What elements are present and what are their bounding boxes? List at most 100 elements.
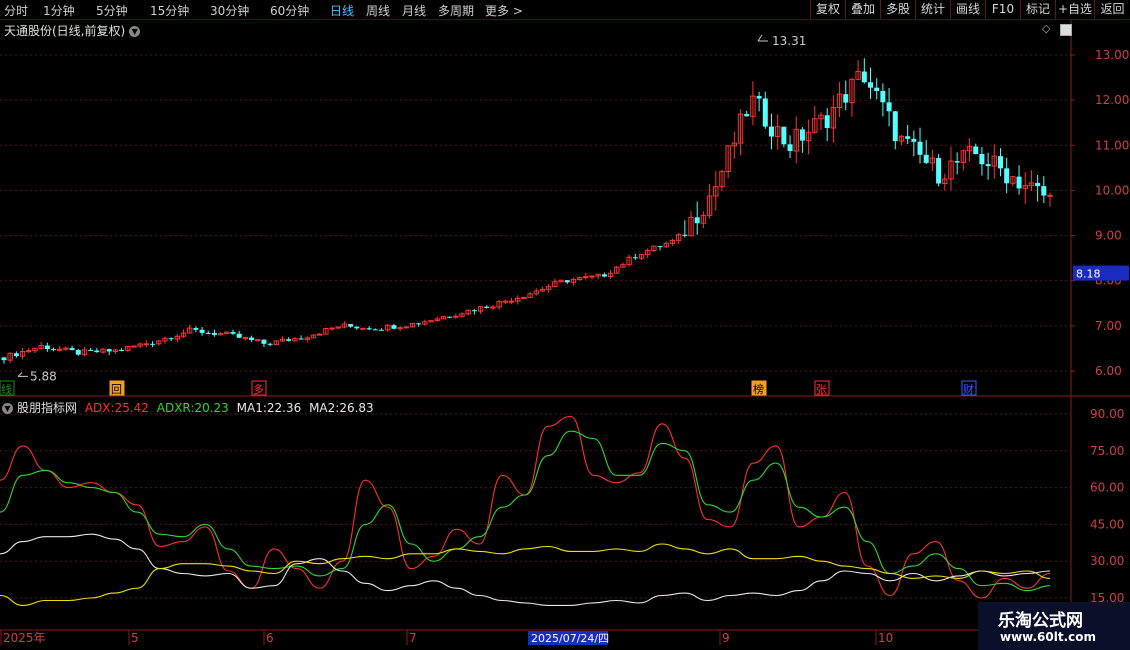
- candle-body-down: [979, 154, 985, 165]
- candle-body-down: [150, 343, 156, 345]
- candle-body-down: [768, 126, 774, 137]
- ma2-value: 26.83: [339, 401, 374, 415]
- candle-body-down: [874, 87, 880, 91]
- candle-body-down: [936, 158, 942, 184]
- candle-body-up: [242, 337, 249, 340]
- axes: 6.007.008.009.0010.0011.0012.0013.008.18…: [0, 19, 1130, 648]
- candle-body-down: [372, 329, 378, 331]
- indicator-tick-label: 90.00: [1090, 407, 1124, 421]
- candle-body-up: [589, 275, 595, 278]
- candle-body-down: [985, 164, 991, 167]
- candle-body-down: [954, 161, 960, 163]
- candle-body-down: [51, 349, 57, 351]
- candle-body-down: [564, 280, 570, 283]
- min-label: 5.88: [30, 369, 57, 383]
- candle-body-up: [521, 296, 527, 299]
- indicator-tick-label: 30.00: [1090, 554, 1124, 568]
- candle-body-down: [471, 310, 477, 312]
- price-tick-label: 7.00: [1095, 319, 1122, 333]
- candle-body-down: [1041, 186, 1047, 196]
- panel-toggle-icon[interactable]: [1060, 24, 1072, 36]
- x-tick-label: 9: [722, 631, 730, 645]
- candle-body-down: [868, 82, 874, 88]
- candle-body-down: [366, 328, 372, 330]
- candle-body-down: [657, 246, 663, 248]
- current-price-label: 8.18: [1076, 268, 1101, 281]
- series-line-ma2: [0, 543, 1051, 606]
- max-label: 13.31: [772, 34, 806, 48]
- chevron-down-icon[interactable]: ▼: [2, 403, 13, 414]
- adxr-value: 20.23: [194, 401, 229, 415]
- min-pointer: [17, 372, 28, 377]
- candle-body-down: [484, 306, 490, 308]
- candle-body-up: [508, 300, 515, 303]
- candle-body-down: [354, 326, 360, 329]
- candle-body-down: [861, 71, 867, 83]
- candle-body-down: [106, 349, 112, 352]
- price-tick-label: 12.00: [1095, 93, 1129, 107]
- candle-body-up: [131, 345, 137, 348]
- candle-body-down: [1004, 168, 1010, 184]
- candle-body-down: [632, 257, 638, 259]
- x-tick-label: 2025年: [3, 631, 46, 645]
- indicator-tick-label: 75.00: [1090, 444, 1124, 458]
- ma2-label: MA2:: [309, 401, 340, 415]
- indicator-header[interactable]: ▼ 股朋指标网 ADX:25.42 ADXR:20.23 MA1:22.36 MA…: [2, 399, 374, 416]
- candle-body-up: [583, 276, 589, 279]
- candle-body-down: [973, 146, 979, 155]
- candle-body-down: [892, 111, 898, 142]
- series-line-adx: [0, 415, 1051, 599]
- candle-body-down: [193, 328, 199, 330]
- candle-body-down: [886, 102, 892, 112]
- diamond-icon[interactable]: ◇: [1042, 22, 1050, 35]
- event-marker-label: 榜: [753, 382, 764, 396]
- candle-body-down: [682, 234, 688, 236]
- event-marker-label: 回: [111, 383, 122, 396]
- candle-body-down: [787, 144, 793, 152]
- indicator-tick-label: 45.00: [1090, 517, 1124, 531]
- watermark-url: www.60lt.com: [1000, 630, 1097, 644]
- candle-body-down: [843, 94, 849, 103]
- adxr-label: ADXR:: [156, 401, 195, 415]
- candle-body-down: [249, 337, 255, 341]
- candle-body-down: [911, 138, 917, 142]
- highlight-date-label: 2025/07/24/四: [531, 632, 609, 645]
- event-marker-label: 财: [963, 382, 974, 396]
- candle-body-up: [57, 348, 63, 351]
- candle-body-down: [211, 332, 217, 335]
- indicator-name: 股朋指标网: [17, 401, 78, 415]
- watermark-logo: 乐淘公式网 www.60lt.com: [978, 602, 1130, 650]
- candle-body-down: [799, 129, 805, 141]
- event-marker-label: 张: [816, 383, 827, 396]
- candle-body-down: [379, 329, 385, 331]
- candle-body-down: [69, 348, 75, 351]
- grid-lines: [0, 54, 1071, 599]
- candle-body-up: [143, 343, 150, 346]
- candle-body-down: [1016, 176, 1022, 189]
- candle-body-down: [917, 141, 923, 155]
- candle-body-down: [119, 349, 125, 351]
- candle-body-down: [416, 323, 422, 325]
- candle-body-down: [168, 338, 174, 340]
- price-tick-label: 10.00: [1095, 183, 1129, 197]
- candlestick-series: [1, 58, 1053, 364]
- x-tick-label: 7: [409, 631, 417, 645]
- candle-body-down: [88, 349, 94, 351]
- candle-body-down: [762, 98, 768, 127]
- indicator-series: [0, 415, 1051, 606]
- candle-body-down: [13, 353, 19, 357]
- candle-body-down: [75, 350, 81, 355]
- candle-body-up: [255, 339, 261, 342]
- candle-body-down: [824, 115, 830, 129]
- indicator-tick-label: 60.00: [1090, 481, 1124, 495]
- candle-body-down: [447, 316, 453, 318]
- price-tick-label: 11.00: [1095, 138, 1129, 152]
- candle-body-down: [267, 343, 273, 345]
- ma1-value: 22.36: [266, 401, 302, 415]
- candle-body-up: [502, 300, 509, 303]
- candle-body-down: [391, 325, 397, 329]
- candle-body-up: [490, 306, 496, 309]
- event-marker-label: 多: [253, 382, 264, 396]
- candle-body-down: [601, 274, 607, 277]
- candle-body-down: [1035, 182, 1041, 187]
